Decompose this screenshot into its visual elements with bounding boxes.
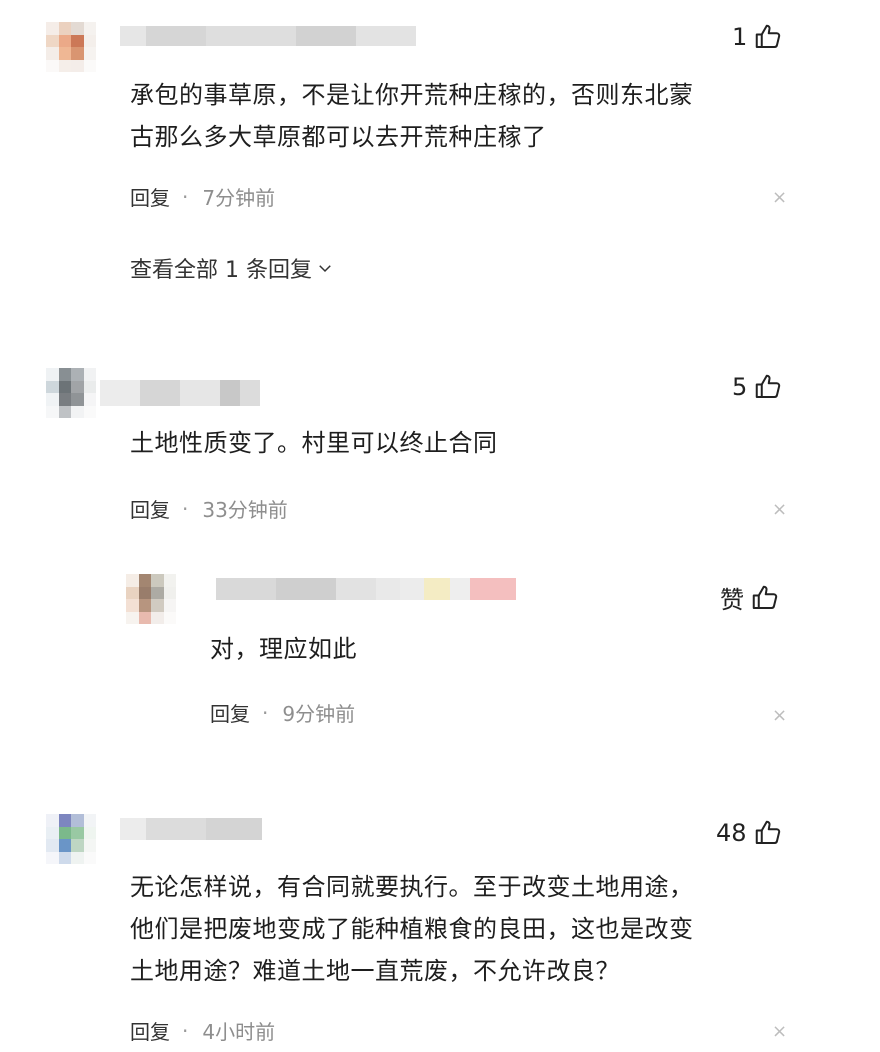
username[interactable]	[120, 818, 262, 840]
timestamp: 4小时前	[202, 1020, 276, 1044]
comment-item: 48 无论怎样说，有合同就要执行。至于改变土地用途， 他们是把废地变成了能种植粮…	[0, 0, 880, 1052]
avatar[interactable]	[46, 814, 96, 864]
close-icon[interactable]: ×	[772, 1023, 788, 1041]
reply-button[interactable]: 回复	[130, 1016, 170, 1045]
comment-meta: 回复 · 4小时前	[130, 1016, 275, 1045]
like-button[interactable]: 48	[716, 818, 783, 848]
like-count: 48	[716, 819, 747, 847]
comment-text: 无论怎样说，有合同就要执行。至于改变土地用途， 他们是把废地变成了能种植粮食的良…	[130, 873, 694, 985]
thumbs-up-icon	[755, 820, 780, 844]
